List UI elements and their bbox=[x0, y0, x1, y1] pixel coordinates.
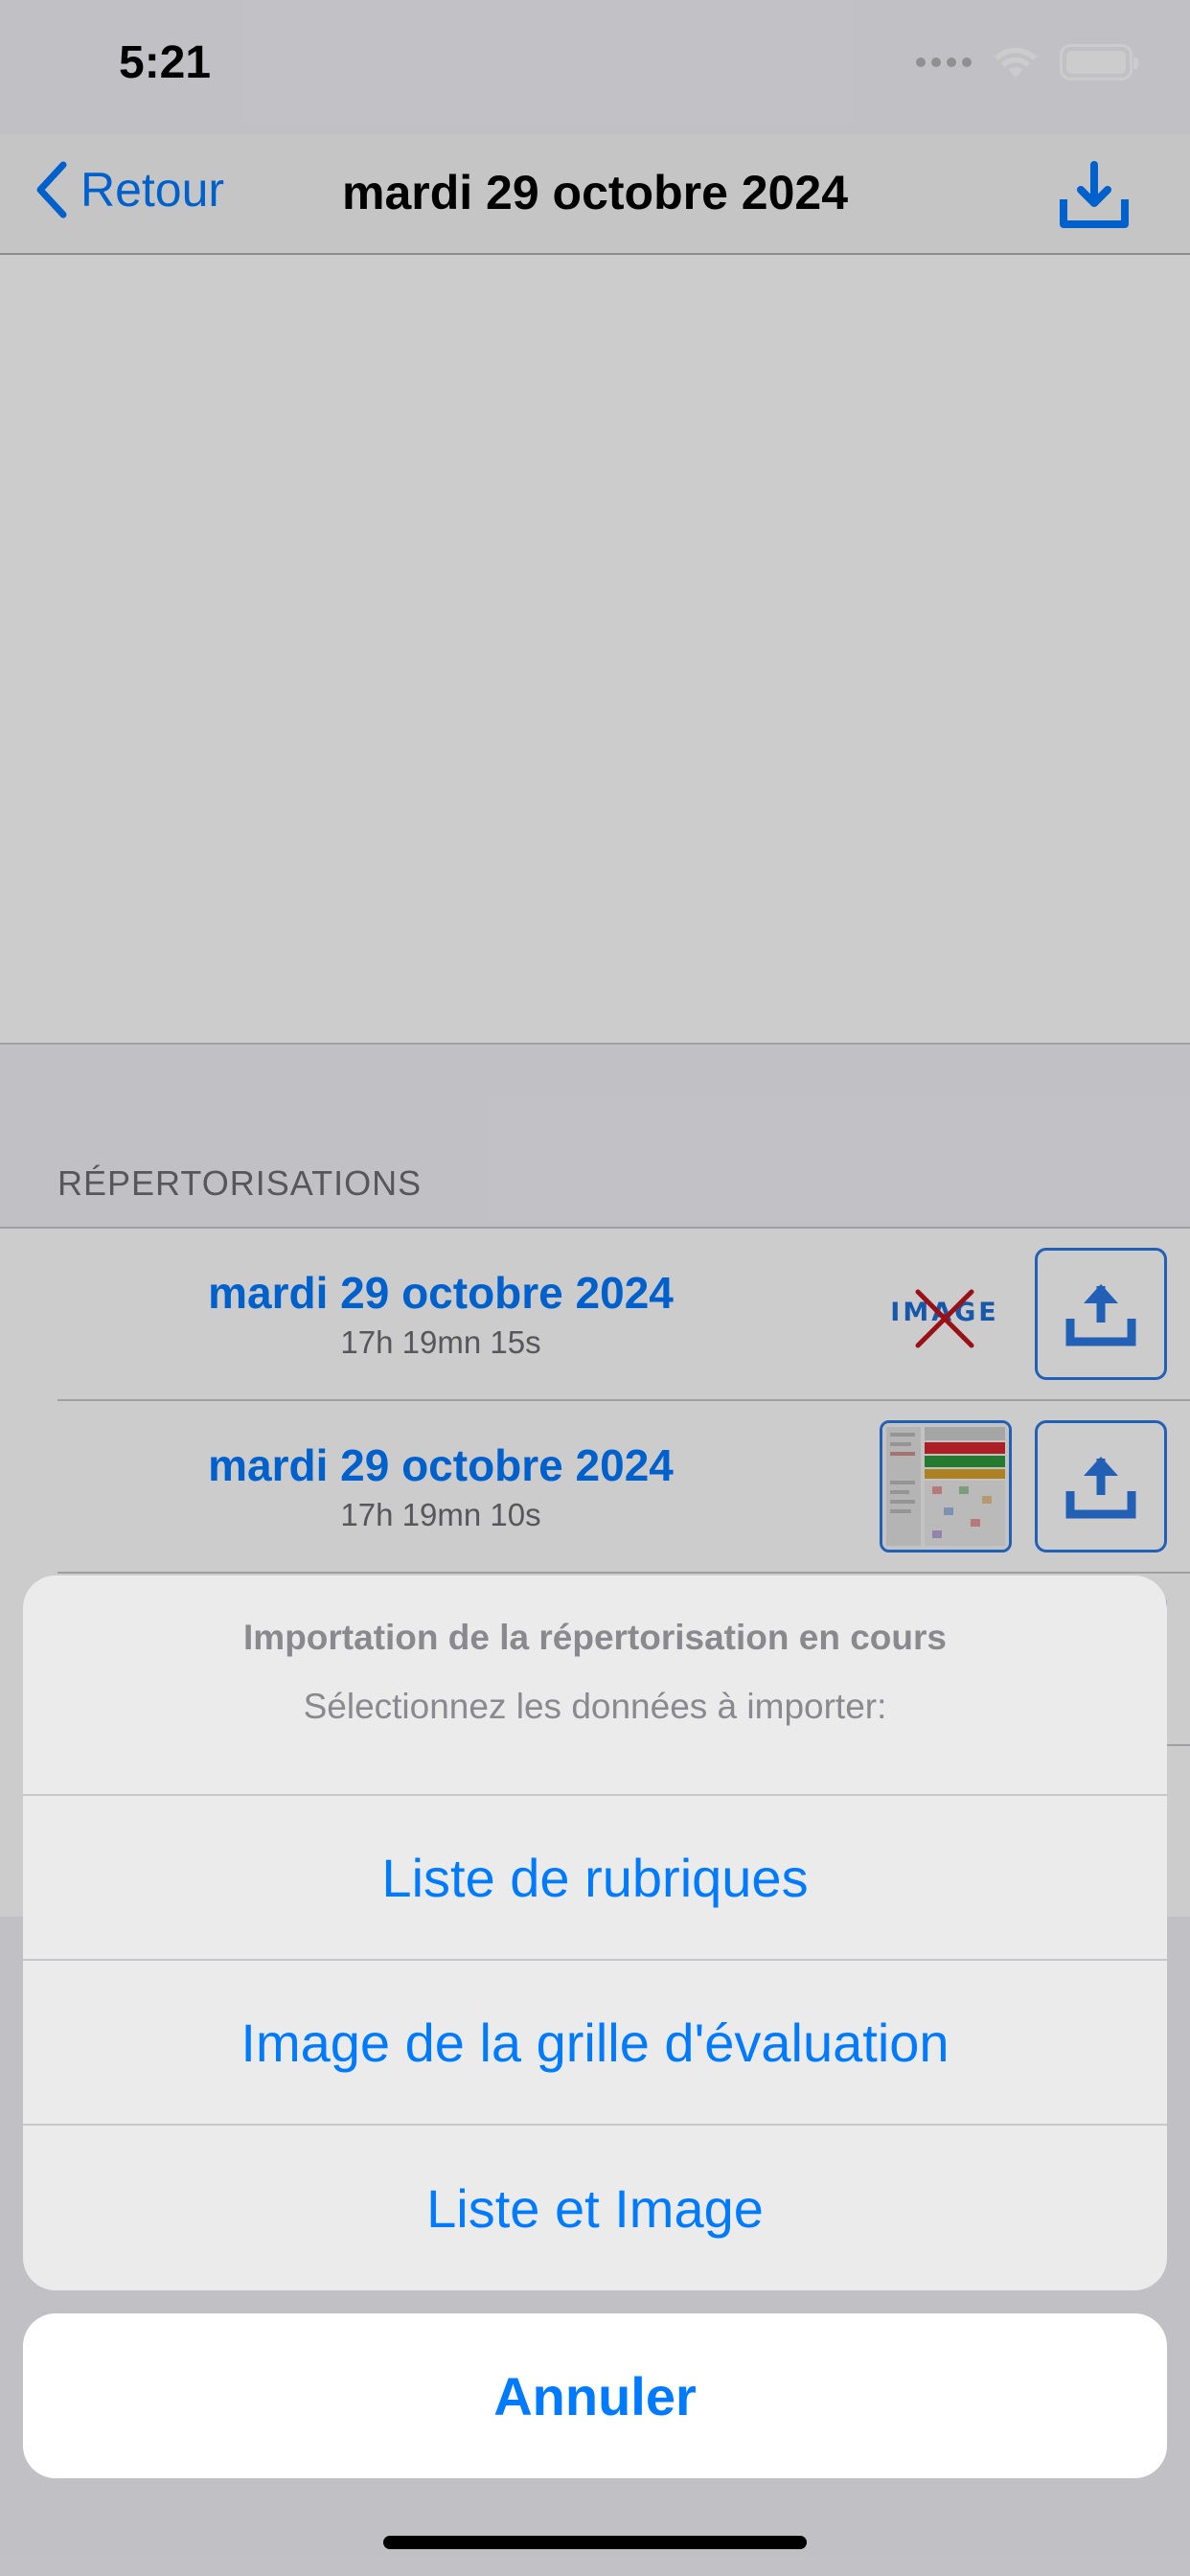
action-sheet-message: Sélectionnez les données à importer: bbox=[303, 1687, 887, 1726]
action-sheet-title: Importation de la répertorisation en cou… bbox=[243, 1618, 947, 1657]
action-sheet: Importation de la répertorisation en cou… bbox=[23, 1576, 1167, 2290]
import-list-and-image-button[interactable]: Liste et Image bbox=[23, 2126, 1167, 2290]
cancel-button[interactable]: Annuler bbox=[23, 2313, 1167, 2478]
action-sheet-header: Importation de la répertorisation en cou… bbox=[23, 1576, 1167, 1796]
import-image-button[interactable]: Image de la grille d'évaluation bbox=[23, 1961, 1167, 2126]
import-list-button[interactable]: Liste de rubriques bbox=[23, 1796, 1167, 1961]
home-indicator[interactable] bbox=[383, 2536, 807, 2549]
